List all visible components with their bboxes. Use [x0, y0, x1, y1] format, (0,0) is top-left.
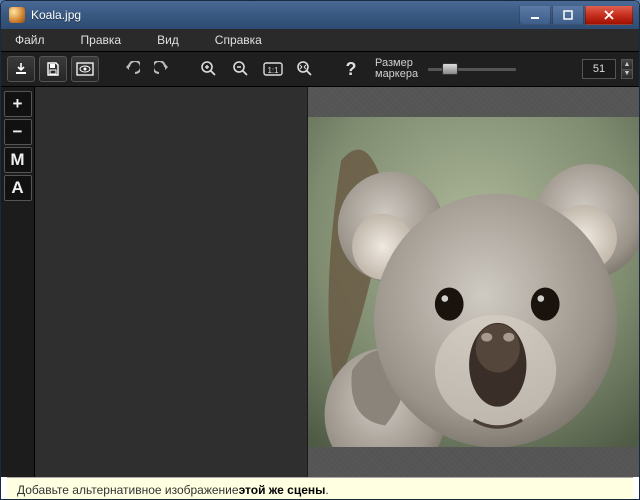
status-suffix: . [325, 483, 328, 497]
marker-size-spinner: ▲ ▼ [621, 59, 633, 79]
brush-increase-button[interactable]: + [4, 91, 32, 117]
menu-edit[interactable]: Правка [73, 30, 150, 50]
spinner-up[interactable]: ▲ [621, 59, 633, 69]
fit-screen-icon [296, 60, 314, 78]
mode-a-button[interactable]: A [4, 175, 32, 201]
download-icon [13, 61, 29, 77]
menu-file[interactable]: Файл [7, 30, 73, 50]
side-toolbar: + − M A [1, 87, 35, 477]
close-button[interactable] [585, 6, 633, 25]
save-icon [45, 61, 61, 77]
svg-text:1:1: 1:1 [267, 66, 279, 75]
menu-help[interactable]: Справка [207, 30, 290, 50]
status-prefix: Добавьте альтернативное изображение [17, 483, 239, 497]
fit-screen-button[interactable] [291, 56, 319, 82]
right-panel[interactable] [308, 87, 639, 477]
koala-image [308, 117, 639, 447]
statusbar: Добавьте альтернативное изображение этой… [7, 477, 633, 500]
marker-size-value[interactable]: 51 [582, 59, 616, 79]
zoom-in-icon [200, 60, 218, 78]
help-icon: ? [346, 59, 357, 80]
preview-button[interactable] [71, 56, 99, 82]
redo-button[interactable] [149, 56, 177, 82]
actual-size-button[interactable]: 1:1 [259, 56, 287, 82]
save-button[interactable] [39, 56, 67, 82]
undo-icon [122, 61, 140, 77]
spinner-down[interactable]: ▼ [621, 69, 633, 80]
menu-view[interactable]: Вид [149, 30, 207, 50]
undo-button[interactable] [117, 56, 145, 82]
left-panel [35, 87, 308, 477]
minimize-button[interactable] [519, 6, 551, 25]
redo-icon [154, 61, 172, 77]
zoom-out-icon [232, 60, 250, 78]
slider-thumb[interactable] [442, 63, 458, 75]
workarea: + − M A [1, 87, 639, 477]
zoom-in-button[interactable] [195, 56, 223, 82]
app-icon [9, 7, 25, 23]
preview-icon [76, 62, 94, 76]
toolbar: 1:1 ? Размер маркера 51 ▲ ▼ [1, 51, 639, 87]
status-bold: этой же сцены [239, 483, 326, 497]
mode-m-button[interactable]: M [4, 147, 32, 173]
maximize-button[interactable] [552, 6, 584, 25]
window-controls [518, 6, 633, 25]
titlebar[interactable]: Koala.jpg [1, 1, 639, 29]
brush-decrease-button[interactable]: − [4, 119, 32, 145]
app-window: Koala.jpg Файл Правка Вид Справка [0, 0, 640, 500]
download-button[interactable] [7, 56, 35, 82]
menubar: Файл Правка Вид Справка [1, 29, 639, 51]
marker-size-slider[interactable] [428, 62, 516, 76]
marker-label-line2: маркера [375, 69, 418, 80]
maximize-icon [563, 10, 573, 20]
minimize-icon [530, 10, 540, 20]
zoom-out-button[interactable] [227, 56, 255, 82]
marker-size-label: Размер маркера [375, 58, 418, 80]
image-viewport[interactable] [308, 117, 639, 447]
help-button[interactable]: ? [337, 56, 365, 82]
actual-size-icon: 1:1 [263, 61, 283, 77]
close-icon [603, 10, 615, 20]
window-title: Koala.jpg [31, 8, 518, 22]
